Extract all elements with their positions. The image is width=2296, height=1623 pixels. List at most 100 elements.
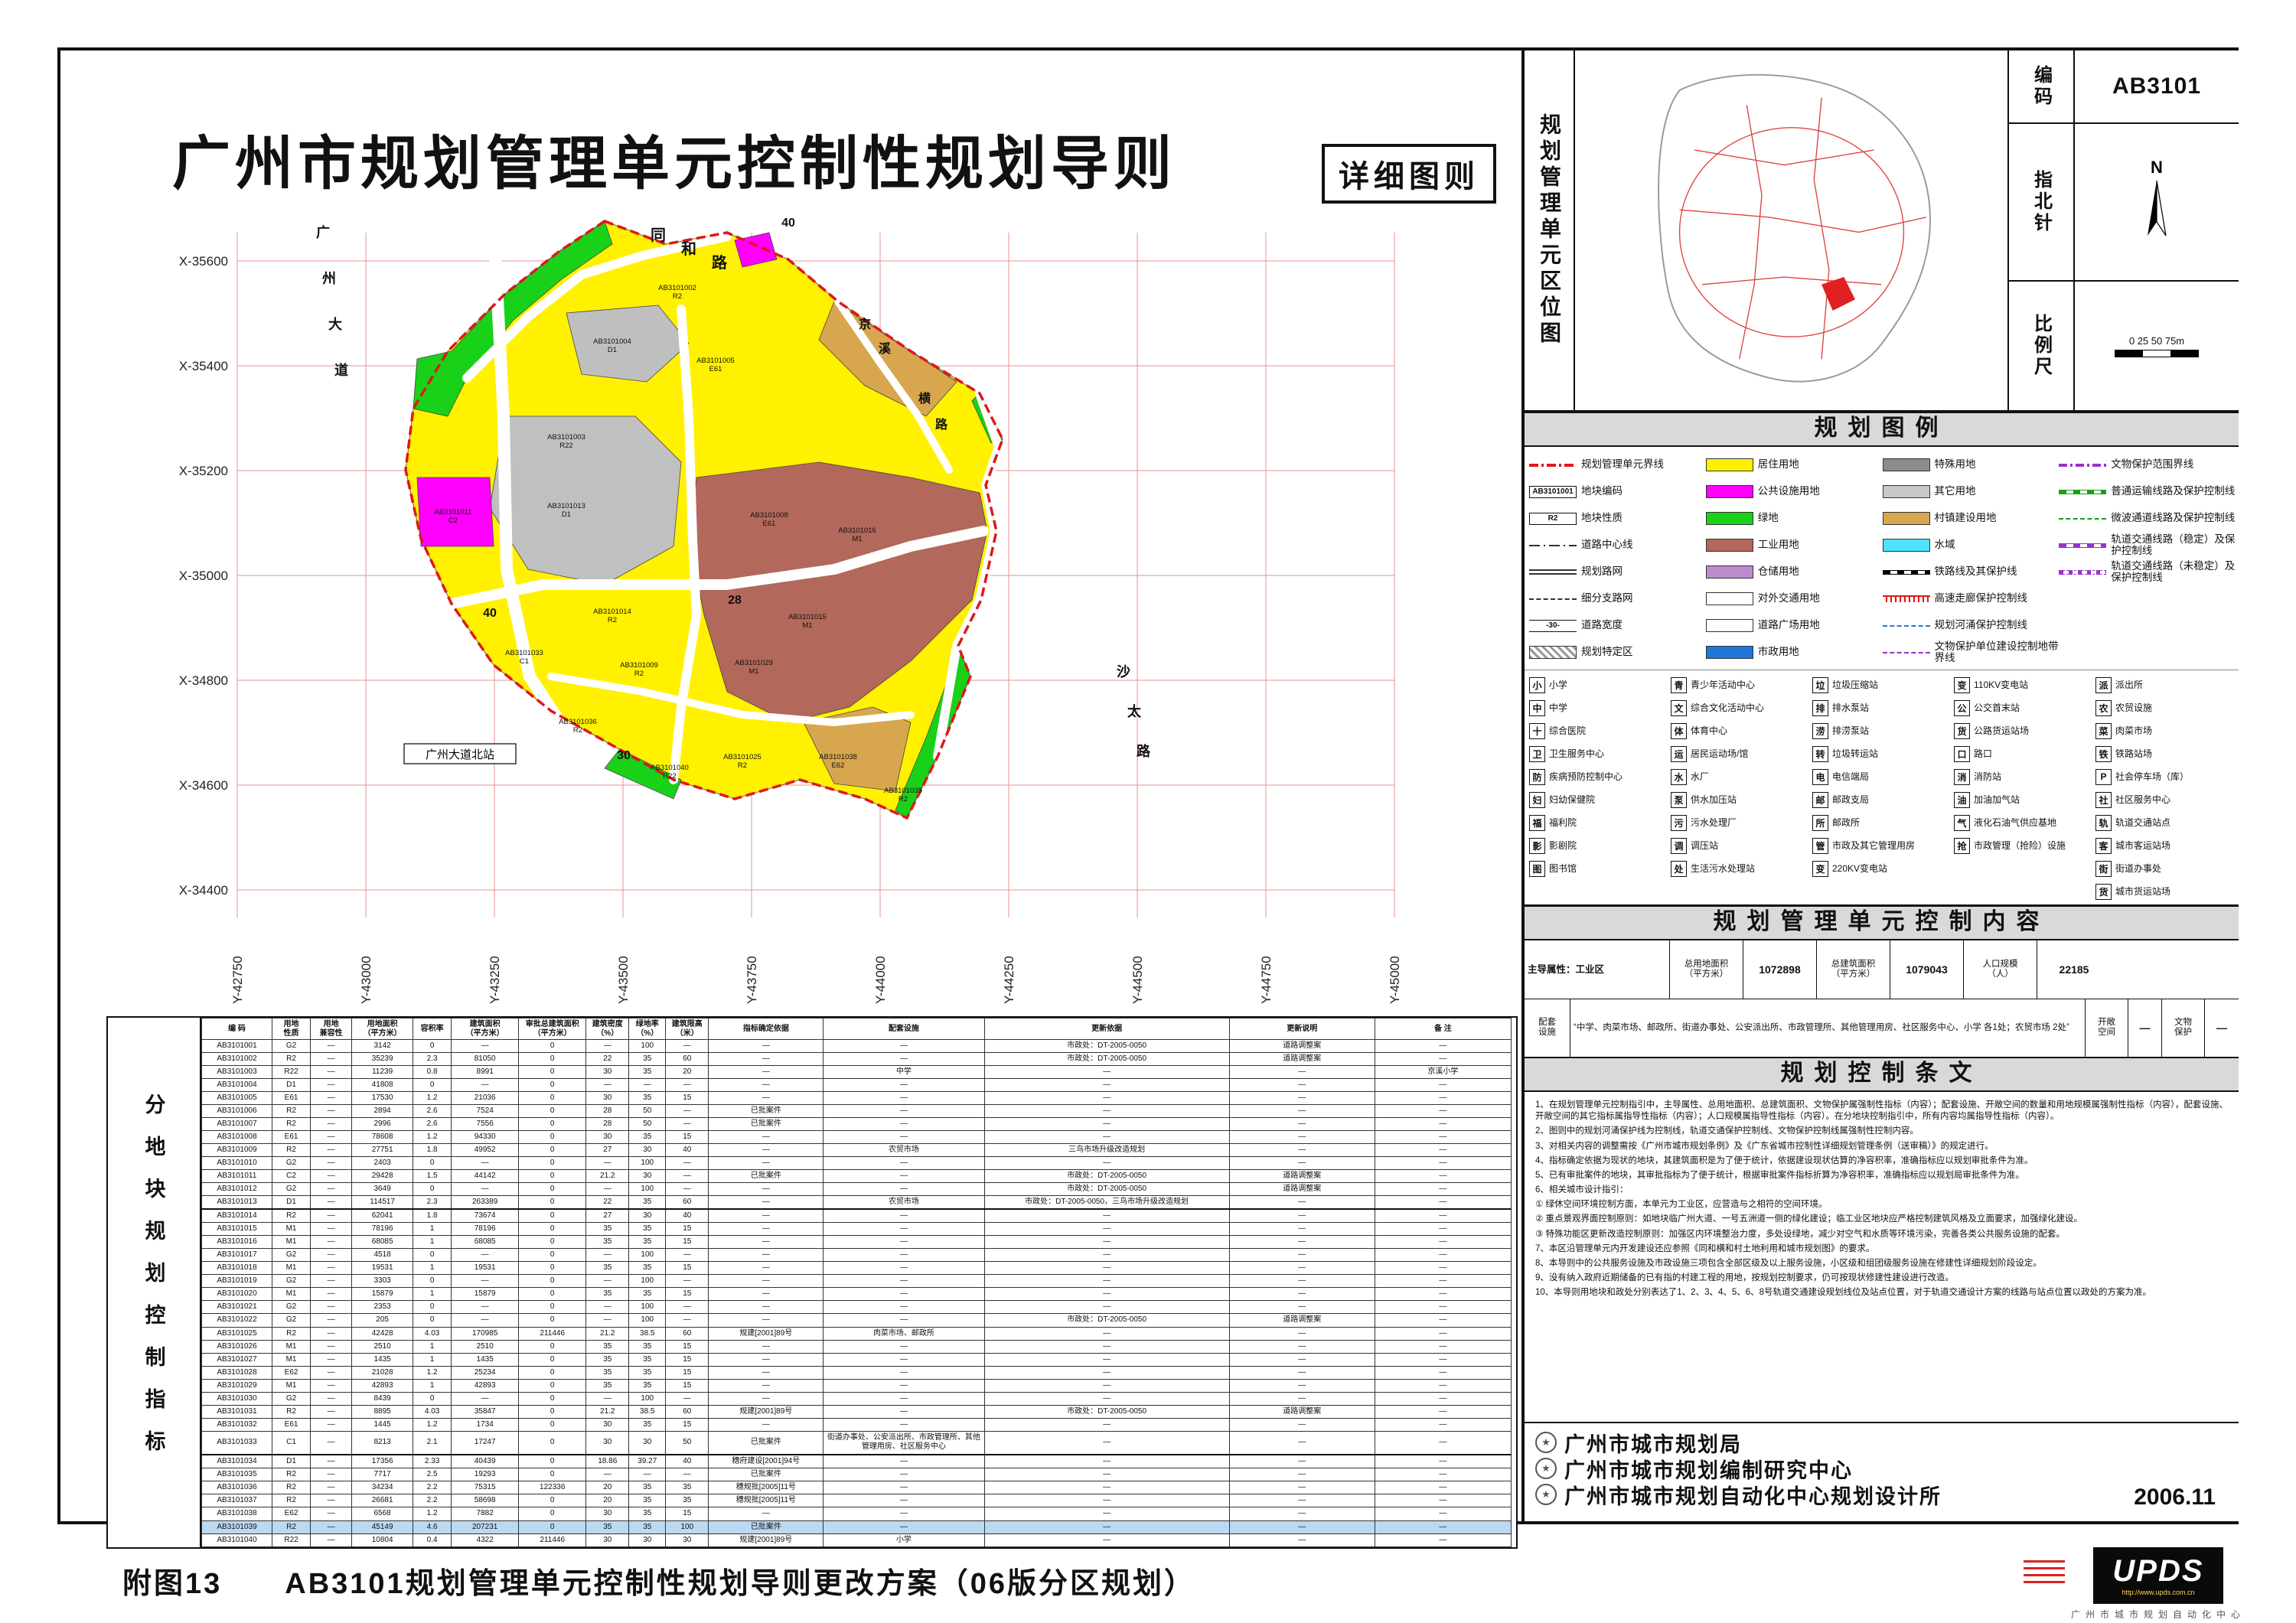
table-cell: — bbox=[709, 1379, 823, 1392]
table-cell: 100 bbox=[629, 1183, 666, 1196]
table-cell: — bbox=[1229, 1455, 1375, 1468]
block-code-label: AB3101014 bbox=[593, 608, 631, 616]
table-cell: 34234 bbox=[352, 1481, 413, 1494]
table-cell: — bbox=[311, 1262, 352, 1275]
code-box-symbol: AB3101001 bbox=[1529, 486, 1577, 498]
x-axis-label: X-35200 bbox=[179, 464, 228, 478]
table-cell: 0 bbox=[519, 1053, 586, 1066]
facility-label: 生活污水处理站 bbox=[1691, 864, 1755, 874]
table-cell: — bbox=[823, 1366, 984, 1379]
table-cell: 42893 bbox=[352, 1379, 413, 1392]
table-cell: — bbox=[823, 1131, 984, 1144]
table-cell: R2 bbox=[272, 1468, 311, 1481]
table-cell: AB3101008 bbox=[202, 1131, 272, 1144]
table-cell: — bbox=[984, 1340, 1229, 1353]
table-cell: 道路调整案 bbox=[1229, 1040, 1375, 1053]
facility-item: 公公交首末站 bbox=[1954, 696, 2095, 719]
facility-icon: 农 bbox=[2095, 700, 2112, 716]
table-row: AB3101027M1—1435114350353515————— bbox=[202, 1353, 1512, 1366]
table-cell: — bbox=[709, 1066, 823, 1079]
table-cell: — bbox=[666, 1301, 709, 1314]
unit-boundary-symbol bbox=[1529, 464, 1577, 467]
block-code-label: AB3101008 bbox=[750, 511, 788, 520]
block-code-label: AB3101003 bbox=[547, 433, 585, 442]
dash-green-symbol bbox=[2059, 518, 2106, 520]
org-line: ★广州市城市规划局 bbox=[1535, 1429, 2228, 1455]
table-cell: 1 bbox=[413, 1288, 452, 1301]
table-cell: — bbox=[823, 1340, 984, 1353]
table-cell: — bbox=[311, 1379, 352, 1392]
table-cell: 1 bbox=[413, 1353, 452, 1366]
road-width-symbol: -30- bbox=[1529, 620, 1577, 632]
legend-item: 规划特定区 bbox=[1529, 639, 1706, 666]
facility-item: 图图书馆 bbox=[1529, 857, 1671, 880]
facility-icon: 消 bbox=[1954, 769, 1970, 785]
primary-attribute: 主导属性：工业区 bbox=[1525, 940, 1670, 999]
table-cell: — bbox=[1229, 1392, 1375, 1405]
legend-item-label: 规划管理单元界线 bbox=[1581, 459, 1664, 470]
table-cell: — bbox=[1229, 1481, 1375, 1494]
table-cell: R2 bbox=[272, 1105, 311, 1118]
table-cell: 0 bbox=[519, 1105, 586, 1118]
table-cell: AB3101022 bbox=[202, 1314, 272, 1327]
table-cell: 8213 bbox=[352, 1431, 413, 1455]
table-cell: 21.2 bbox=[586, 1405, 629, 1418]
table-cell: 35 bbox=[629, 1353, 666, 1366]
north-cell: 指北针 N bbox=[2009, 124, 2239, 282]
table-cell: 35 bbox=[629, 1494, 666, 1507]
facility-item: 排排水泵站 bbox=[1812, 696, 1954, 719]
table-cell: 28 bbox=[586, 1118, 629, 1131]
table-cell: 0 bbox=[413, 1079, 452, 1092]
block-code-label: AB3101015 bbox=[788, 613, 827, 621]
legend-item: 市政用地 bbox=[1706, 639, 1883, 666]
facility-item: 福福利院 bbox=[1529, 811, 1671, 834]
legend-item: 道路中心线 bbox=[1529, 532, 1706, 559]
table-row: AB3101014R2—620411.8736740273040————— bbox=[202, 1209, 1512, 1223]
table-cell: 81050 bbox=[452, 1053, 519, 1066]
table-cell: 农贸市场 bbox=[823, 1144, 984, 1157]
table-cell: — bbox=[823, 1275, 984, 1288]
table-cell: 100 bbox=[629, 1301, 666, 1314]
scale-cell: 比例尺 0 25 50 75m bbox=[2009, 282, 2239, 410]
facility-item: 货城市货运站场 bbox=[2095, 880, 2237, 903]
scale-bar bbox=[2115, 350, 2199, 357]
table-cell: — bbox=[984, 1066, 1229, 1079]
table-cell: — bbox=[666, 1079, 709, 1092]
facility-item: 轨轨道交通站点 bbox=[2095, 811, 2237, 834]
table-cell: 30 bbox=[586, 1533, 629, 1546]
facility-icon: 所 bbox=[1812, 815, 1828, 831]
legend-item-label: 铁路线及其保护线 bbox=[1935, 566, 2017, 577]
table-cell: M1 bbox=[272, 1262, 311, 1275]
table-cell: 已批案件 bbox=[709, 1105, 823, 1118]
facility-icon: 十 bbox=[1529, 723, 1545, 739]
table-cell: M1 bbox=[272, 1288, 311, 1301]
table-cell: G2 bbox=[272, 1040, 311, 1053]
heritage-value: — bbox=[2205, 999, 2239, 1058]
table-cell: 35 bbox=[629, 1131, 666, 1144]
table-cell: — bbox=[311, 1196, 352, 1210]
facility-icon: 口 bbox=[1954, 746, 1970, 762]
table-cell: — bbox=[666, 1157, 709, 1170]
table-cell: — bbox=[709, 1301, 823, 1314]
upds-decoration bbox=[2024, 1558, 2065, 1586]
facility-label: 疾病预防控制中心 bbox=[1549, 772, 1623, 782]
facility-icon: 涝 bbox=[1812, 723, 1828, 739]
table-cell: 规建[2001]89号 bbox=[709, 1405, 823, 1418]
legend-item: 高速走廊保护控制线 bbox=[1883, 585, 2060, 612]
facility-item: 菜肉菜市场 bbox=[2095, 719, 2237, 742]
table-cell: E62 bbox=[272, 1366, 311, 1379]
facility-label: 图书馆 bbox=[1549, 864, 1577, 874]
column-header: 建筑面积 （平方米） bbox=[452, 1018, 519, 1040]
table-cell: 市政处：DT-2005-0050 bbox=[984, 1053, 1229, 1066]
location-map-thumbnail bbox=[1635, 59, 1949, 402]
facility-item: 水水厂 bbox=[1671, 765, 1812, 788]
table-cell: 0 bbox=[519, 1288, 586, 1301]
table-row: AB3101011C2—294281.544142021.230—已批案件—市政… bbox=[202, 1170, 1512, 1183]
facility-item: 口路口 bbox=[1954, 742, 2095, 765]
facility-label: 排水泵站 bbox=[1832, 703, 1869, 713]
table-cell: AB3101009 bbox=[202, 1144, 272, 1157]
table-cell: 穗府建设[2001]94号 bbox=[709, 1455, 823, 1468]
table-row: AB3101004D1—418080—0———————— bbox=[202, 1079, 1512, 1092]
table-cell: 0 bbox=[519, 1040, 586, 1053]
table-cell: — bbox=[666, 1468, 709, 1481]
